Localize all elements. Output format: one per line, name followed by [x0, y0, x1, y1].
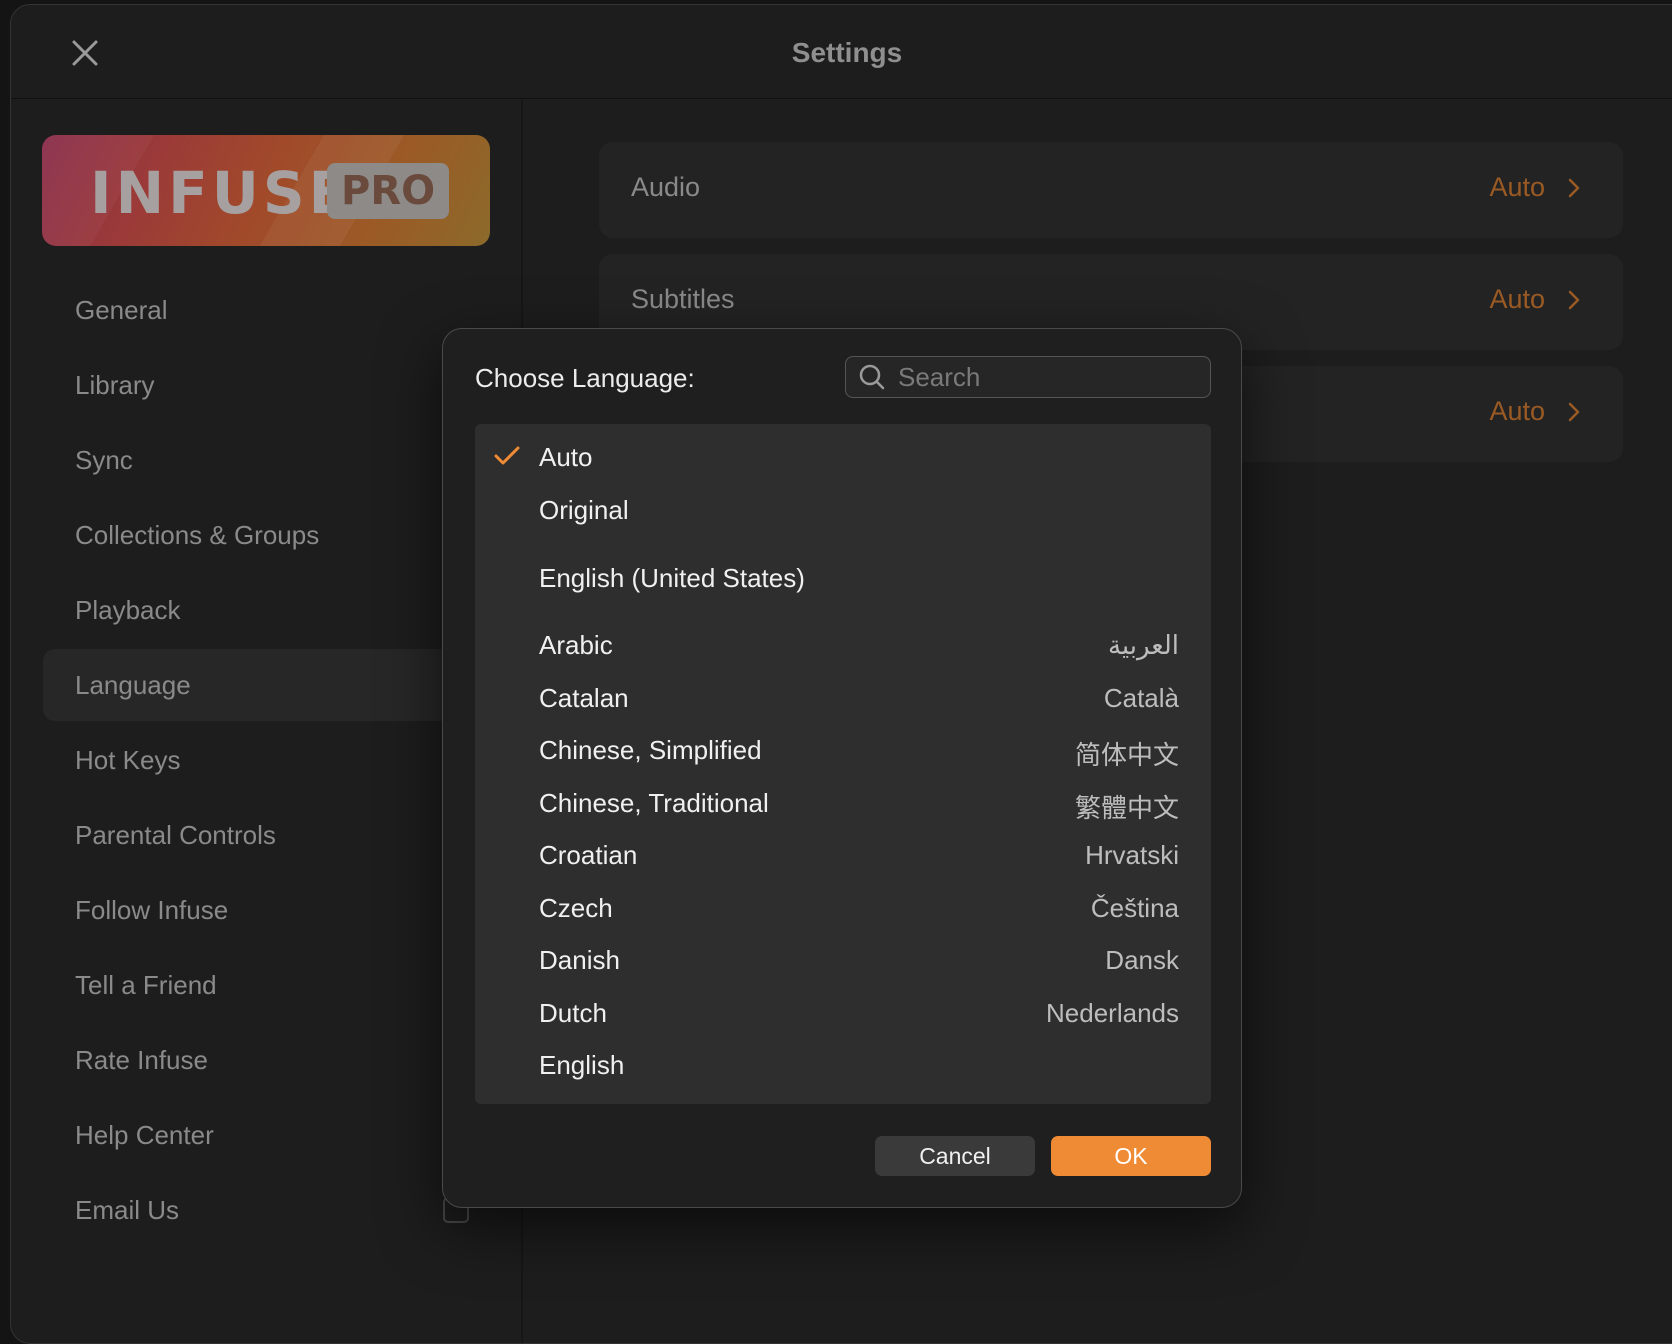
language-name: Chinese, Simplified: [539, 735, 762, 765]
language-list[interactable]: Auto Original English (United States) Arabi…: [475, 424, 1211, 1104]
sidebar-item-sync[interactable]: Sync: [43, 424, 503, 496]
sidebar-item-label: Email Us: [75, 1194, 180, 1225]
language-item[interactable]: Arabic العربية: [475, 620, 1211, 670]
checkmark-icon: [494, 446, 520, 465]
language-name: English: [539, 1050, 625, 1080]
language-name: Arabic: [539, 630, 613, 660]
language-name: English (United States): [539, 563, 805, 593]
chevron-right-icon: [1568, 178, 1580, 198]
language-native-name: Nederlands: [1046, 998, 1179, 1028]
language-native-name: 繁體中文: [1074, 793, 1179, 823]
language-name: Auto: [539, 442, 593, 472]
sidebar-item-label: Follow Infuse: [75, 894, 229, 925]
language-item[interactable]: Catalan Català: [475, 673, 1211, 723]
language-item[interactable]: Original: [475, 485, 1211, 535]
cancel-button[interactable]: Cancel: [875, 1136, 1035, 1176]
sidebar-item-label: Sync: [75, 444, 133, 475]
search-icon: [859, 364, 885, 390]
language-name: Croatian: [539, 840, 638, 870]
sidebar-item-hot-keys[interactable]: Hot Keys: [43, 724, 503, 796]
sidebar-item-follow-infuse[interactable]: Follow Infuse: [43, 874, 503, 946]
language-name: Original: [539, 495, 629, 525]
row-label: Subtitles: [631, 284, 735, 314]
sidebar-item-rate-infuse[interactable]: Rate Infuse: [43, 1024, 503, 1096]
language-native-name: Dansk: [1105, 945, 1179, 975]
search-field[interactable]: [845, 356, 1211, 398]
infuse-pro-logo: INFUSE PRO: [42, 135, 490, 246]
language-item[interactable]: English (United States): [475, 553, 1211, 603]
sidebar-item-label: Tell a Friend: [75, 969, 217, 1000]
sidebar-item-library[interactable]: Library: [43, 349, 503, 421]
dialog-title: Choose Language:: [475, 363, 695, 393]
sidebar-item-label: Parental Controls: [75, 819, 276, 850]
language-native-name: Čeština: [1090, 893, 1179, 923]
sidebar-item-label: Help Center: [75, 1119, 214, 1150]
ok-button[interactable]: OK: [1051, 1136, 1211, 1176]
language-item[interactable]: Chinese, Simplified 简体中文: [475, 725, 1211, 775]
language-item[interactable]: English: [475, 1040, 1211, 1090]
row-value: Auto: [1489, 172, 1545, 202]
sidebar-item-help-center[interactable]: Help Center: [43, 1099, 503, 1171]
language-native-name: Hrvatski: [1085, 840, 1179, 870]
language-item[interactable]: Dutch Nederlands: [475, 988, 1211, 1038]
sidebar-item-tell-a-friend[interactable]: Tell a Friend: [43, 949, 503, 1021]
sidebar-item-label: Hot Keys: [75, 744, 181, 775]
language-native-name: 简体中文: [1074, 740, 1179, 770]
language-item[interactable]: Auto: [475, 432, 1211, 482]
language-name: Danish: [539, 945, 620, 975]
language-name: Catalan: [539, 683, 629, 713]
titlebar: Settings: [11, 5, 1672, 99]
sidebar-item-general[interactable]: General: [43, 274, 503, 346]
window-title: Settings: [791, 37, 903, 68]
chevron-right-icon: [1568, 402, 1580, 422]
row-value: Auto: [1489, 284, 1545, 314]
sidebar-item-playback[interactable]: Playback: [43, 574, 503, 646]
language-item[interactable]: Czech Čeština: [475, 883, 1211, 933]
settings-row-audio[interactable]: Audio Auto: [599, 142, 1623, 238]
language-name: Dutch: [539, 998, 607, 1028]
row-value: Auto: [1489, 396, 1545, 426]
chevron-right-icon: [1568, 290, 1580, 310]
language-item[interactable]: Croatian Hrvatski: [475, 830, 1211, 880]
language-item[interactable]: Chinese, Traditional 繁體中文: [475, 778, 1211, 828]
row-label: Audio: [631, 172, 701, 202]
search-input[interactable]: [898, 361, 1198, 393]
logo-badge: PRO: [327, 163, 450, 219]
choose-language-dialog: Choose Language: Auto Original English (Un…: [442, 328, 1242, 1208]
logo-text: INFUSE: [90, 159, 353, 227]
sidebar-item-label: Language: [75, 669, 191, 700]
sidebar-item-label: Rate Infuse: [75, 1044, 208, 1075]
sidebar-item-parental-controls[interactable]: Parental Controls: [43, 799, 503, 871]
sidebar-item-label: Collections & Groups: [75, 519, 320, 550]
sidebar-item-collections-groups[interactable]: Collections & Groups: [43, 499, 503, 571]
sidebar-item-label: Playback: [75, 594, 181, 625]
sidebar-item-email-us[interactable]: Email Us: [43, 1174, 503, 1246]
language-name: Chinese, Traditional: [539, 788, 769, 818]
sidebar-item-label: General: [75, 294, 168, 325]
language-native-name: العربية: [1107, 630, 1179, 660]
sidebar-item-label: Library: [75, 369, 155, 400]
language-item[interactable]: Danish Dansk: [475, 935, 1211, 985]
language-native-name: Català: [1103, 683, 1179, 713]
sidebar-item-language[interactable]: Language: [43, 649, 503, 721]
language-name: Czech: [539, 893, 613, 923]
